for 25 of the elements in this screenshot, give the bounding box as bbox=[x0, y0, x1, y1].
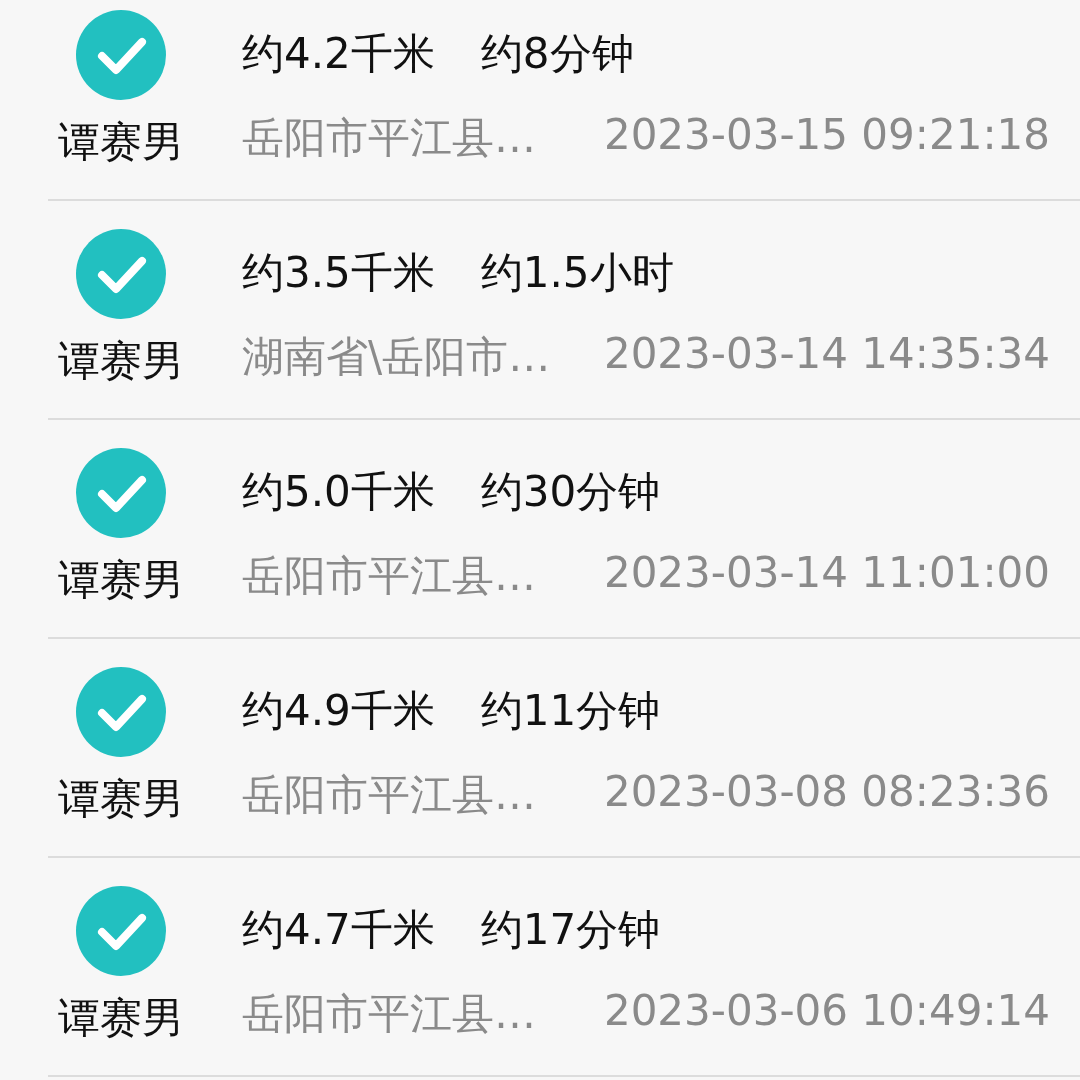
address: 岳阳市平江县… bbox=[242, 112, 536, 164]
distance: 约4.9千米 bbox=[242, 685, 435, 737]
timestamp: 2023-03-08 08:23:36 bbox=[603, 767, 1050, 818]
person-name: 谭赛男 bbox=[58, 335, 184, 387]
person-name: 谭赛男 bbox=[58, 773, 184, 825]
duration: 约30分钟 bbox=[480, 466, 661, 518]
person-name: 谭赛男 bbox=[58, 554, 184, 606]
duration: 约8分钟 bbox=[480, 28, 634, 80]
person-name: 谭赛男 bbox=[58, 992, 184, 1044]
duration: 约1.5小时 bbox=[480, 247, 674, 299]
distance: 约5.0千米 bbox=[242, 466, 435, 518]
distance: 约3.5千米 bbox=[242, 247, 435, 299]
timestamp: 2023-03-06 10:49:14 bbox=[603, 986, 1050, 1037]
timestamp: 2023-03-15 09:21:18 bbox=[603, 110, 1050, 161]
timestamp: 2023-03-14 14:35:34 bbox=[603, 329, 1050, 380]
distance: 约4.2千米 bbox=[242, 28, 435, 80]
duration: 约11分钟 bbox=[480, 685, 661, 737]
address: 湖南省\岳阳市… bbox=[242, 331, 551, 383]
duration: 约17分钟 bbox=[480, 904, 661, 956]
address: 岳阳市平江县… bbox=[242, 769, 536, 821]
person-name: 谭赛男 bbox=[58, 116, 184, 168]
timestamp: 2023-03-14 11:01:00 bbox=[603, 548, 1050, 599]
address: 岳阳市平江县… bbox=[242, 550, 536, 602]
address: 岳阳市平江县… bbox=[242, 988, 536, 1040]
distance: 约4.7千米 bbox=[242, 904, 435, 956]
